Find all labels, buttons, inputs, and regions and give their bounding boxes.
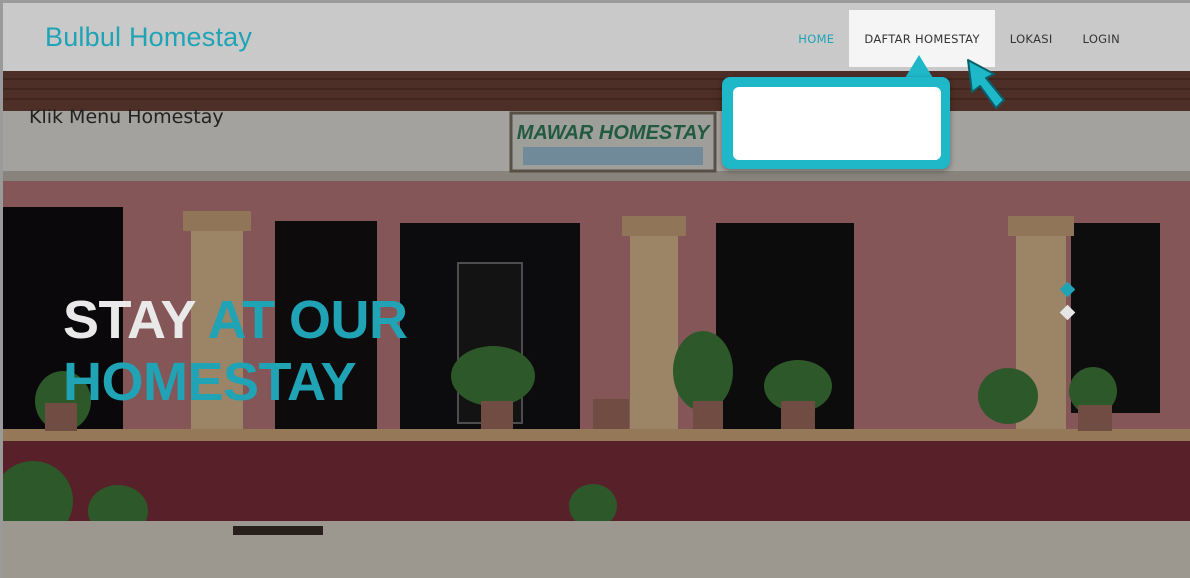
nav-item-login[interactable]: LOGIN: [1068, 10, 1135, 67]
instruction-callout: [722, 77, 950, 169]
hero-title-word-stay: STAY: [63, 290, 196, 350]
hero-title-homestay: HOMESTAY: [63, 352, 357, 412]
hero-title-at-our: AT OUR: [207, 290, 408, 350]
hero-banner: MAWAR HOMESTAY STAY AT OUR HOMESTAY: [3, 71, 1190, 578]
nav-item-home[interactable]: HOME: [783, 10, 849, 67]
slide-dot-inactive-icon[interactable]: [1059, 304, 1076, 321]
slide-dot-active-icon[interactable]: [1059, 281, 1076, 298]
callout-pointer-icon: [905, 55, 933, 78]
callout-text: Klik Menu Homestay: [29, 106, 224, 128]
brand-logo[interactable]: Bulbul Homestay: [45, 22, 252, 53]
slide-indicators: [1059, 281, 1079, 331]
callout-body: [733, 87, 941, 160]
hero-headline: STAY AT OUR HOMESTAY: [63, 289, 408, 413]
pointer-arrow-icon: [967, 59, 1005, 109]
